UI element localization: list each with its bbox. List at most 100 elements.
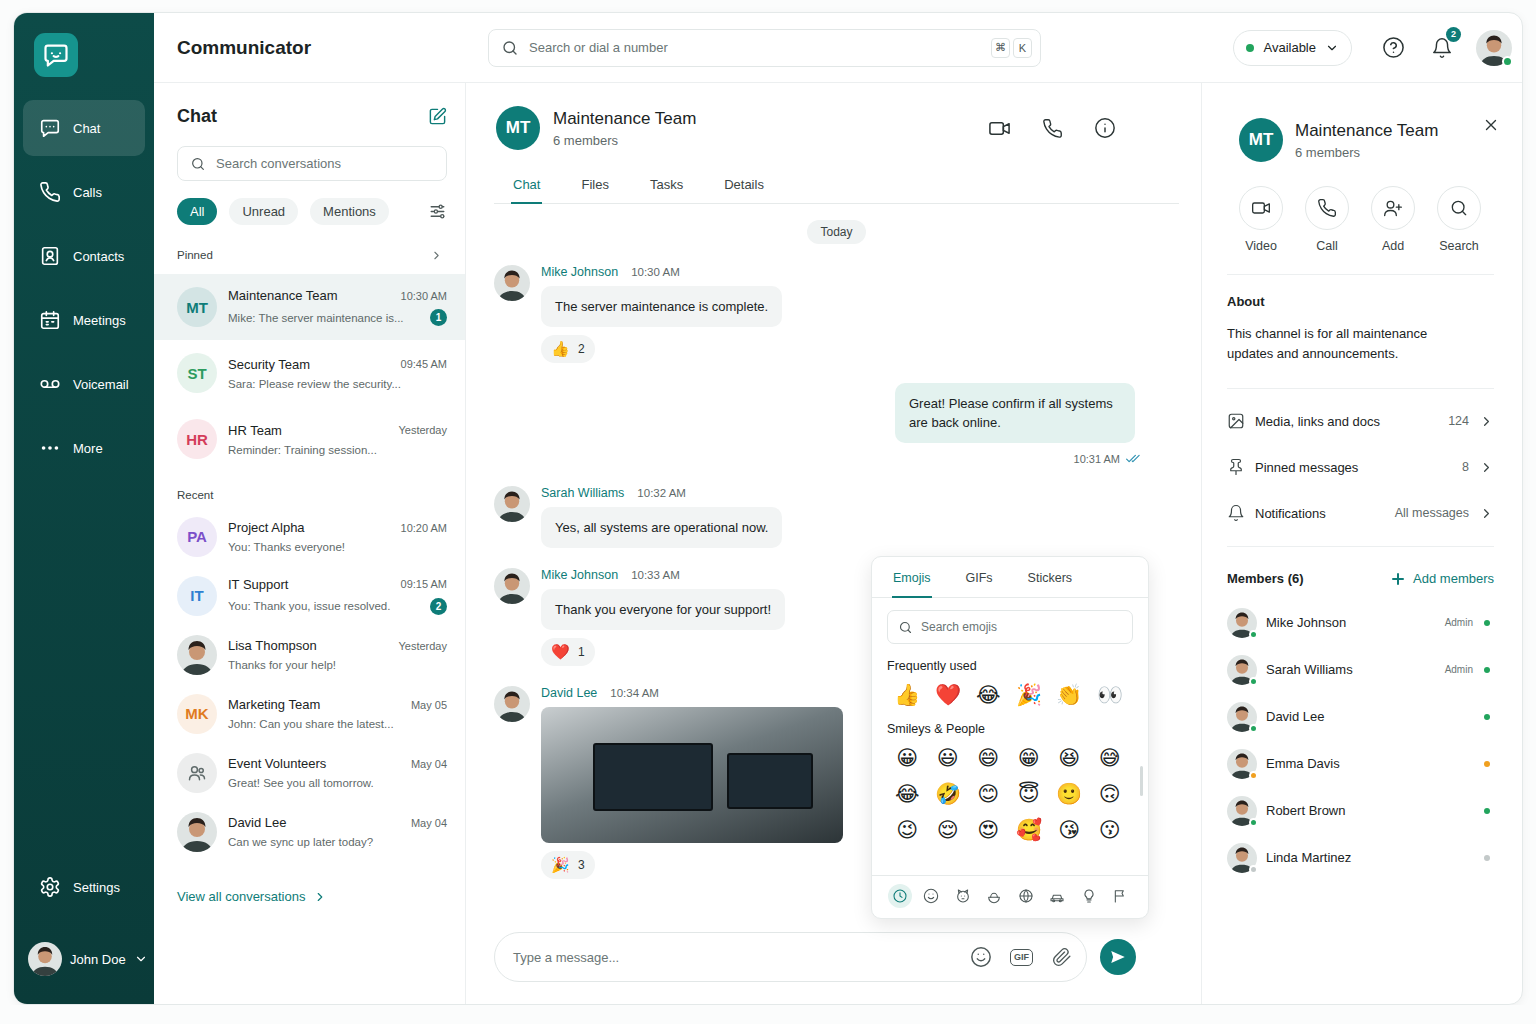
- member-row[interactable]: Mike JohnsonAdmin: [1227, 599, 1494, 646]
- filter-chip[interactable]: Mentions: [310, 198, 389, 225]
- conversation-item[interactable]: ITIT Support09:15 AMYou: Thank you, issu…: [154, 566, 465, 625]
- quick-action[interactable]: Call: [1305, 186, 1349, 253]
- settings-item[interactable]: Settings: [23, 859, 145, 915]
- conversation-item[interactable]: STSecurity Team09:45 AMSara: Please revi…: [154, 340, 465, 406]
- member-row[interactable]: Linda Martinez: [1227, 834, 1494, 881]
- conversation-item[interactable]: HRHR TeamYesterdayReminder: Training ses…: [154, 406, 465, 472]
- emoji[interactable]: 😅: [1090, 745, 1131, 771]
- emoji[interactable]: 😀: [887, 745, 928, 771]
- emoji[interactable]: 😂: [968, 682, 1009, 708]
- search-icon: [898, 620, 913, 635]
- details-row[interactable]: NotificationsAll messages: [1227, 490, 1494, 536]
- emoji[interactable]: 😂: [887, 781, 928, 807]
- close-button[interactable]: [1482, 116, 1500, 134]
- nav-item[interactable]: Calls: [23, 164, 145, 220]
- picker-tab[interactable]: Stickers: [1027, 569, 1073, 598]
- conversation-item[interactable]: Lisa ThompsonYesterdayThanks for your he…: [154, 625, 465, 684]
- voice-call-button[interactable]: [1040, 116, 1064, 140]
- global-search[interactable]: Search or dial a number⌘K: [488, 29, 1041, 67]
- attach-button[interactable]: [1050, 945, 1074, 969]
- video-icon: [1251, 198, 1271, 218]
- filter-chip[interactable]: All: [177, 198, 217, 225]
- emoji[interactable]: 😗: [1090, 817, 1131, 843]
- message-input[interactable]: Type a message...GIF: [494, 932, 1087, 982]
- emoji-category[interactable]: [1077, 884, 1101, 908]
- emoji-category[interactable]: [919, 884, 943, 908]
- conversation-item[interactable]: MTMaintenance Team10:30 AMMike: The serv…: [154, 274, 465, 340]
- conversation-item[interactable]: David LeeMay 04Can we sync up later toda…: [154, 802, 465, 861]
- emoji[interactable]: 😍: [968, 817, 1009, 843]
- emoji[interactable]: 😘: [1049, 817, 1090, 843]
- emoji[interactable]: 😉: [887, 817, 928, 843]
- emoji[interactable]: 😃: [928, 745, 969, 771]
- emoji[interactable]: 😄: [968, 745, 1009, 771]
- info-button[interactable]: [1093, 116, 1117, 140]
- nav-item[interactable]: Voicemail: [23, 356, 145, 412]
- emoji-category[interactable]: [982, 884, 1006, 908]
- new-chat-button[interactable]: [428, 107, 447, 126]
- details-row[interactable]: Pinned messages8: [1227, 444, 1494, 490]
- emoji[interactable]: 🙂: [1049, 781, 1090, 807]
- quick-action[interactable]: Search: [1437, 186, 1481, 253]
- status-selector[interactable]: Available: [1233, 30, 1352, 66]
- member-row[interactable]: Robert Brown: [1227, 787, 1494, 834]
- nav-item[interactable]: Chat: [23, 100, 145, 156]
- channel-tab[interactable]: Files: [579, 173, 610, 204]
- emoji-category[interactable]: [1014, 884, 1038, 908]
- channel-tab[interactable]: Tasks: [648, 173, 685, 204]
- filter-chip[interactable]: Unread: [229, 198, 298, 225]
- reaction-chip[interactable]: ❤️1: [541, 638, 595, 666]
- conversation-item[interactable]: MKMarketing TeamMay 05John: Can you shar…: [154, 684, 465, 743]
- conversation-item[interactable]: Event VolunteersMay 04Great! See you all…: [154, 743, 465, 802]
- emoji-category[interactable]: [951, 884, 975, 908]
- user-menu[interactable]: John Doe: [23, 935, 145, 983]
- reaction-chip[interactable]: 👍2: [541, 335, 595, 363]
- picker-tab[interactable]: Emojis: [892, 569, 932, 598]
- add-members-button[interactable]: Add members: [1392, 571, 1494, 586]
- emoji[interactable]: 🙃: [1090, 781, 1131, 807]
- notifications-button[interactable]: 2: [1427, 33, 1457, 63]
- emoji-category[interactable]: [1108, 884, 1132, 908]
- filter-button[interactable]: [428, 202, 447, 221]
- nav-item[interactable]: Contacts: [23, 228, 145, 284]
- details-row[interactable]: Media, links and docs124: [1227, 398, 1494, 444]
- emoji[interactable]: 🥰: [1009, 817, 1050, 843]
- shared-image[interactable]: [541, 707, 843, 843]
- video-call-button[interactable]: [987, 116, 1011, 140]
- emoji[interactable]: 🎉: [1009, 682, 1050, 708]
- emoji[interactable]: ❤️: [928, 682, 969, 708]
- emoji[interactable]: 👀: [1090, 682, 1131, 708]
- nav-item[interactable]: Meetings: [23, 292, 145, 348]
- help-button[interactable]: [1378, 33, 1408, 63]
- nav-item[interactable]: More: [23, 420, 145, 476]
- emoji[interactable]: 😌: [928, 817, 969, 843]
- emoji[interactable]: 😁: [1009, 745, 1050, 771]
- emoji-category[interactable]: [1045, 884, 1069, 908]
- picker-tab[interactable]: GIFs: [965, 569, 994, 598]
- emoji-search[interactable]: Search emojis: [887, 610, 1133, 644]
- conversation-search[interactable]: Search conversations: [177, 146, 447, 181]
- emoji[interactable]: 🤣: [928, 781, 969, 807]
- member-row[interactable]: David Lee: [1227, 693, 1494, 740]
- view-all-link[interactable]: View all conversations: [154, 889, 465, 904]
- emoji-button[interactable]: [969, 945, 993, 969]
- member-row[interactable]: Sarah WilliamsAdmin: [1227, 646, 1494, 693]
- channel-tab[interactable]: Chat: [511, 173, 542, 204]
- logo[interactable]: [34, 33, 78, 77]
- reaction-chip[interactable]: 🎉3: [541, 851, 595, 879]
- emoji[interactable]: 😆: [1049, 745, 1090, 771]
- send-button[interactable]: [1100, 939, 1136, 975]
- emoji-category[interactable]: [888, 884, 912, 908]
- gif-button[interactable]: GIF: [1010, 949, 1033, 966]
- quick-action[interactable]: Add: [1371, 186, 1415, 253]
- profile-avatar[interactable]: [1476, 30, 1512, 66]
- channel-tab[interactable]: Details: [722, 173, 766, 204]
- emoji[interactable]: 👍: [887, 682, 928, 708]
- emoji[interactable]: 😊: [968, 781, 1009, 807]
- emoji[interactable]: 😇: [1009, 781, 1050, 807]
- conversation-item[interactable]: PAProject Alpha10:20 AMYou: Thanks every…: [154, 507, 465, 566]
- quick-action[interactable]: Video: [1239, 186, 1283, 253]
- scrollbar[interactable]: [1140, 766, 1143, 796]
- emoji[interactable]: 👏: [1049, 682, 1090, 708]
- member-row[interactable]: Emma Davis: [1227, 740, 1494, 787]
